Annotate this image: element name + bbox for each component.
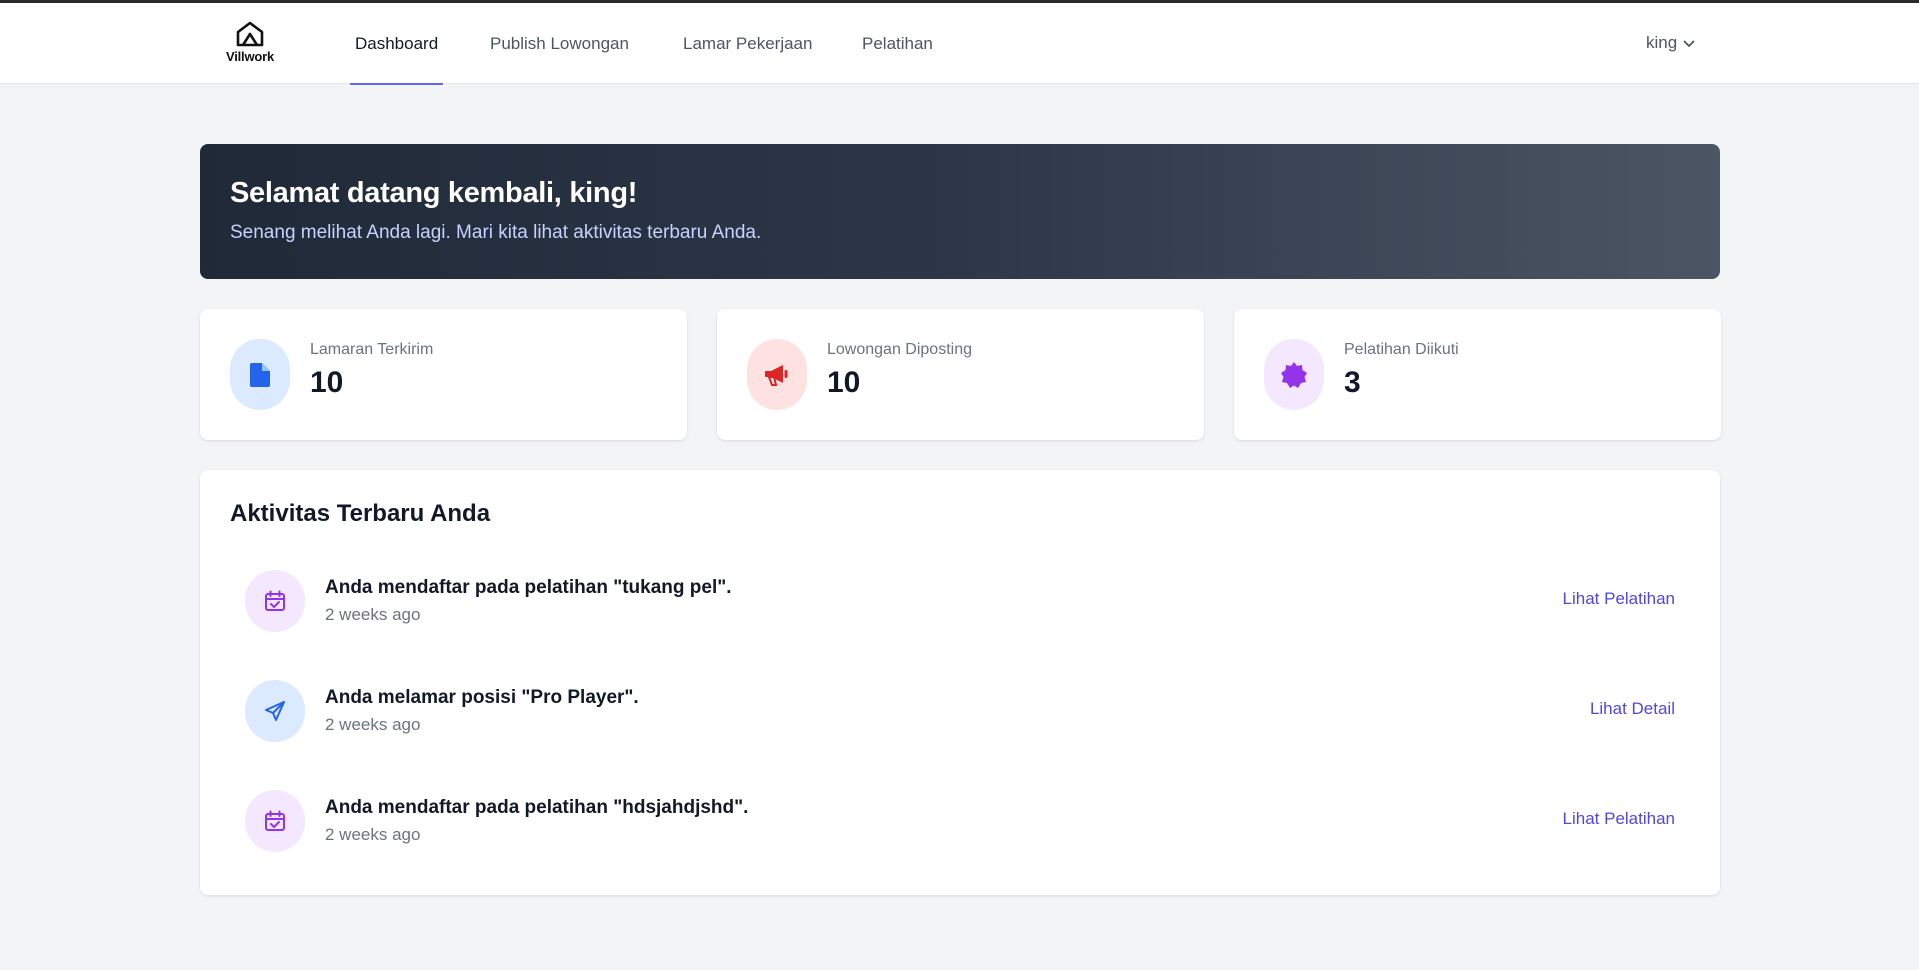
stat-card-lamaran: Lamaran Terkirim 10 — [200, 309, 687, 440]
activity-title: Aktivitas Terbaru Anda — [230, 500, 491, 527]
brand-name: Villwork — [225, 49, 274, 64]
stat-label: Lamaran Terkirim — [310, 341, 434, 358]
nav-publish-lowongan[interactable]: Publish Lowongan — [485, 3, 634, 84]
megaphone-icon — [747, 339, 807, 410]
house-logo-icon — [236, 21, 264, 47]
calendar-check-icon — [245, 570, 305, 632]
stat-label: Pelatihan Diikuti — [1344, 341, 1459, 358]
nav-pelatihan[interactable]: Pelatihan — [857, 3, 938, 84]
activity-text: Anda melamar posisi "Pro Player". — [325, 687, 639, 708]
welcome-banner: Selamat datang kembali, king! Senang mel… — [200, 144, 1720, 279]
paper-plane-icon — [245, 680, 305, 742]
document-icon — [230, 339, 290, 410]
activity-time: 2 weeks ago — [325, 605, 421, 624]
nav-lamar-pekerjaan[interactable]: Lamar Pekerjaan — [678, 3, 817, 84]
activity-item: Anda mendaftar pada pelatihan "tukang pe… — [245, 570, 1675, 632]
top-navbar: Villwork Dashboard Publish Lowongan Lama… — [0, 3, 1919, 85]
stat-value: 3 — [1344, 366, 1361, 399]
activity-text: Anda mendaftar pada pelatihan "hdsjahdjs… — [325, 797, 749, 818]
lihat-detail-link[interactable]: Lihat Detail — [1590, 699, 1675, 719]
chevron-down-icon — [1683, 40, 1695, 47]
user-menu-dropdown[interactable]: king — [1646, 3, 1695, 84]
activity-time: 2 weeks ago — [325, 715, 421, 734]
calendar-check-icon — [245, 790, 305, 852]
stat-value: 10 — [310, 366, 344, 399]
recent-activity-panel: Aktivitas Terbaru Anda Anda mendaftar pa… — [200, 470, 1720, 895]
activity-text: Anda mendaftar pada pelatihan "tukang pe… — [325, 577, 732, 598]
activity-item: Anda melamar posisi "Pro Player". 2 week… — [245, 680, 1675, 742]
welcome-subtitle: Senang melihat Anda lagi. Mari kita liha… — [230, 222, 762, 243]
stat-card-lowongan: Lowongan Diposting 10 — [717, 309, 1204, 440]
nav-dashboard[interactable]: Dashboard — [350, 3, 444, 85]
activity-time: 2 weeks ago — [325, 825, 421, 844]
lihat-pelatihan-link[interactable]: Lihat Pelatihan — [1563, 809, 1675, 829]
lihat-pelatihan-link[interactable]: Lihat Pelatihan — [1563, 589, 1675, 609]
user-name: king — [1646, 33, 1678, 52]
stat-value: 10 — [827, 366, 861, 399]
badge-icon — [1264, 339, 1324, 410]
stat-label: Lowongan Diposting — [827, 341, 972, 358]
welcome-title: Selamat datang kembali, king! — [230, 177, 638, 209]
brand-logo[interactable]: Villwork — [222, 21, 278, 71]
stat-card-pelatihan: Pelatihan Diikuti 3 — [1234, 309, 1721, 440]
activity-item: Anda mendaftar pada pelatihan "hdsjahdjs… — [245, 790, 1675, 852]
